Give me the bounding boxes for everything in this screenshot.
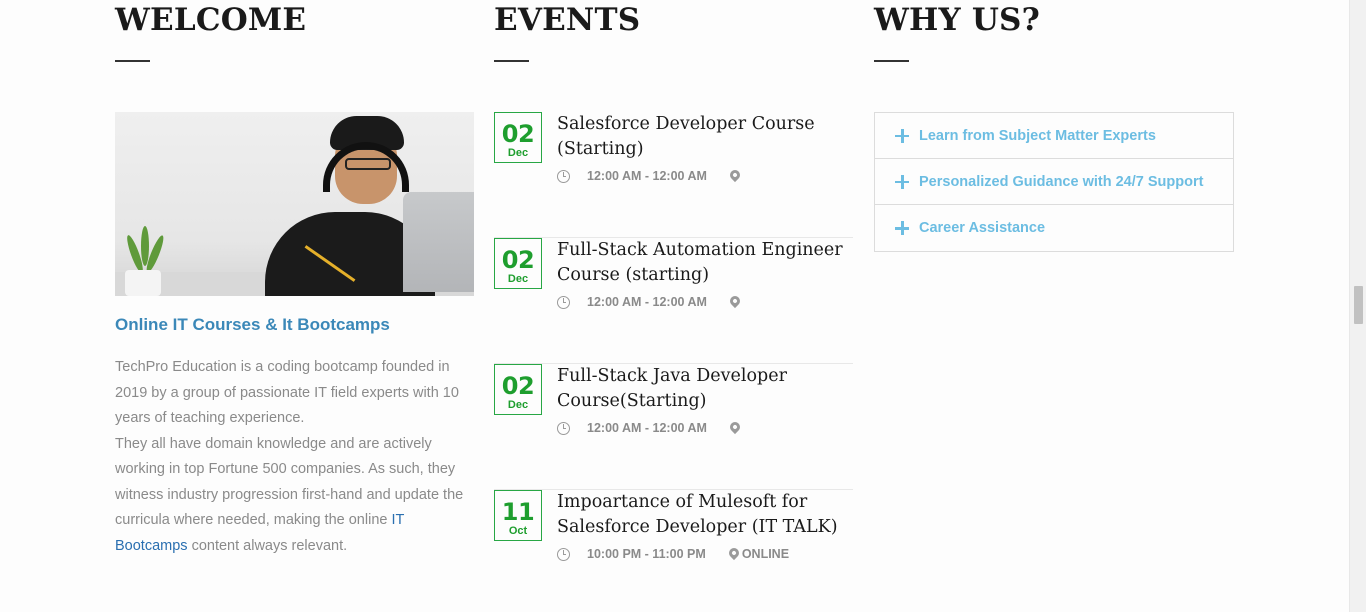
clock-icon — [557, 169, 570, 183]
why-us-heading: WHY US? — [874, 2, 1041, 38]
welcome-description: TechPro Education is a coding bootcamp f… — [115, 355, 474, 559]
event-date-badge: 02 Dec — [494, 238, 542, 289]
event-month: Oct — [508, 525, 528, 537]
event-month: Dec — [507, 273, 529, 285]
events-heading-divider — [494, 60, 529, 62]
welcome-student-image — [115, 112, 474, 296]
page-scrollbar[interactable] — [1349, 0, 1366, 612]
map-pin-icon — [727, 419, 743, 435]
accordion-item-label: Learn from Subject Matter Experts — [919, 127, 1156, 144]
event-month: Dec — [507, 399, 529, 411]
clock-icon — [557, 295, 570, 309]
event-meta: 10:00 PM - 11:00 PM ONLINE — [557, 545, 790, 562]
accordion-item-label: Personalized Guidance with 24/7 Support — [919, 173, 1204, 190]
welcome-subtitle: Online IT Courses & It Bootcamps — [115, 315, 390, 334]
why-us-section: WHY US? Learn from Subject Matter Expert… — [874, 0, 1234, 252]
event-time: 12:00 AM - 12:00 AM — [587, 169, 707, 183]
event-date-badge: 02 Dec — [494, 364, 542, 415]
plus-icon — [895, 221, 909, 235]
event-item[interactable]: 02 Dec Salesforce Developer Course (Star… — [494, 112, 853, 238]
event-meta: 12:00 AM - 12:00 AM — [557, 419, 743, 436]
welcome-heading: WELCOME — [115, 2, 307, 38]
event-title-link[interactable]: Salesforce Developer Course (Starting) — [557, 112, 853, 162]
clock-icon — [557, 421, 570, 435]
map-pin-icon — [727, 167, 743, 183]
accordion-item-career[interactable]: Career Assistance — [875, 205, 1233, 251]
welcome-section: WELCOME Online IT Courses & It Bootcamps… — [115, 0, 474, 554]
scrollbar-thumb[interactable] — [1354, 286, 1363, 324]
welcome-heading-divider — [115, 60, 150, 62]
accordion-item-label: Career Assistance — [919, 220, 1046, 236]
welcome-paragraph-2: They all have domain knowledge and are a… — [115, 435, 464, 529]
clock-icon — [557, 547, 570, 561]
events-section: EVENTS 02 Dec Salesforce Developer Cours… — [494, 0, 853, 561]
plus-icon — [895, 128, 909, 143]
event-day: 02 — [501, 246, 535, 274]
map-pin-icon — [727, 293, 743, 309]
event-date-badge: 11 Oct — [494, 490, 542, 541]
why-us-heading-divider — [874, 60, 909, 62]
event-month: Dec — [507, 147, 529, 159]
event-time: 12:00 AM - 12:00 AM — [587, 295, 707, 309]
welcome-paragraph-1: TechPro Education is a coding bootcamp f… — [115, 359, 459, 426]
event-time: 10:00 PM - 11:00 PM — [587, 547, 706, 561]
event-item[interactable]: 02 Dec Full-Stack Java Developer Course(… — [494, 364, 853, 490]
event-title-link[interactable]: Full-Stack Java Developer Course(Startin… — [557, 364, 853, 414]
why-us-accordion: Learn from Subject Matter Experts Person… — [874, 112, 1234, 252]
accordion-item-guidance[interactable]: Personalized Guidance with 24/7 Support — [875, 159, 1233, 205]
event-title-link[interactable]: Full-Stack Automation Engineer Course (s… — [557, 238, 853, 288]
events-heading: EVENTS — [494, 2, 641, 38]
plus-icon — [895, 174, 909, 189]
event-day: 02 — [501, 372, 535, 400]
event-day: 11 — [501, 498, 535, 526]
accordion-item-subject-experts[interactable]: Learn from Subject Matter Experts — [875, 113, 1233, 159]
event-meta: 12:00 AM - 12:00 AM — [557, 293, 743, 310]
event-meta: 12:00 AM - 12:00 AM — [557, 167, 743, 184]
welcome-paragraph-2-end: content always relevant. — [187, 537, 348, 554]
event-date-badge: 02 Dec — [494, 112, 542, 163]
map-pin-icon — [726, 545, 741, 561]
event-title-link[interactable]: Impoartance of Mulesoft for Salesforce D… — [557, 490, 853, 540]
event-item[interactable]: 02 Dec Full-Stack Automation Engineer Co… — [494, 238, 853, 364]
event-location: ONLINE — [741, 547, 790, 561]
event-time: 12:00 AM - 12:00 AM — [587, 421, 707, 435]
event-day: 02 — [501, 120, 535, 148]
event-item[interactable]: 11 Oct Impoartance of Mulesoft for Sales… — [494, 490, 853, 612]
